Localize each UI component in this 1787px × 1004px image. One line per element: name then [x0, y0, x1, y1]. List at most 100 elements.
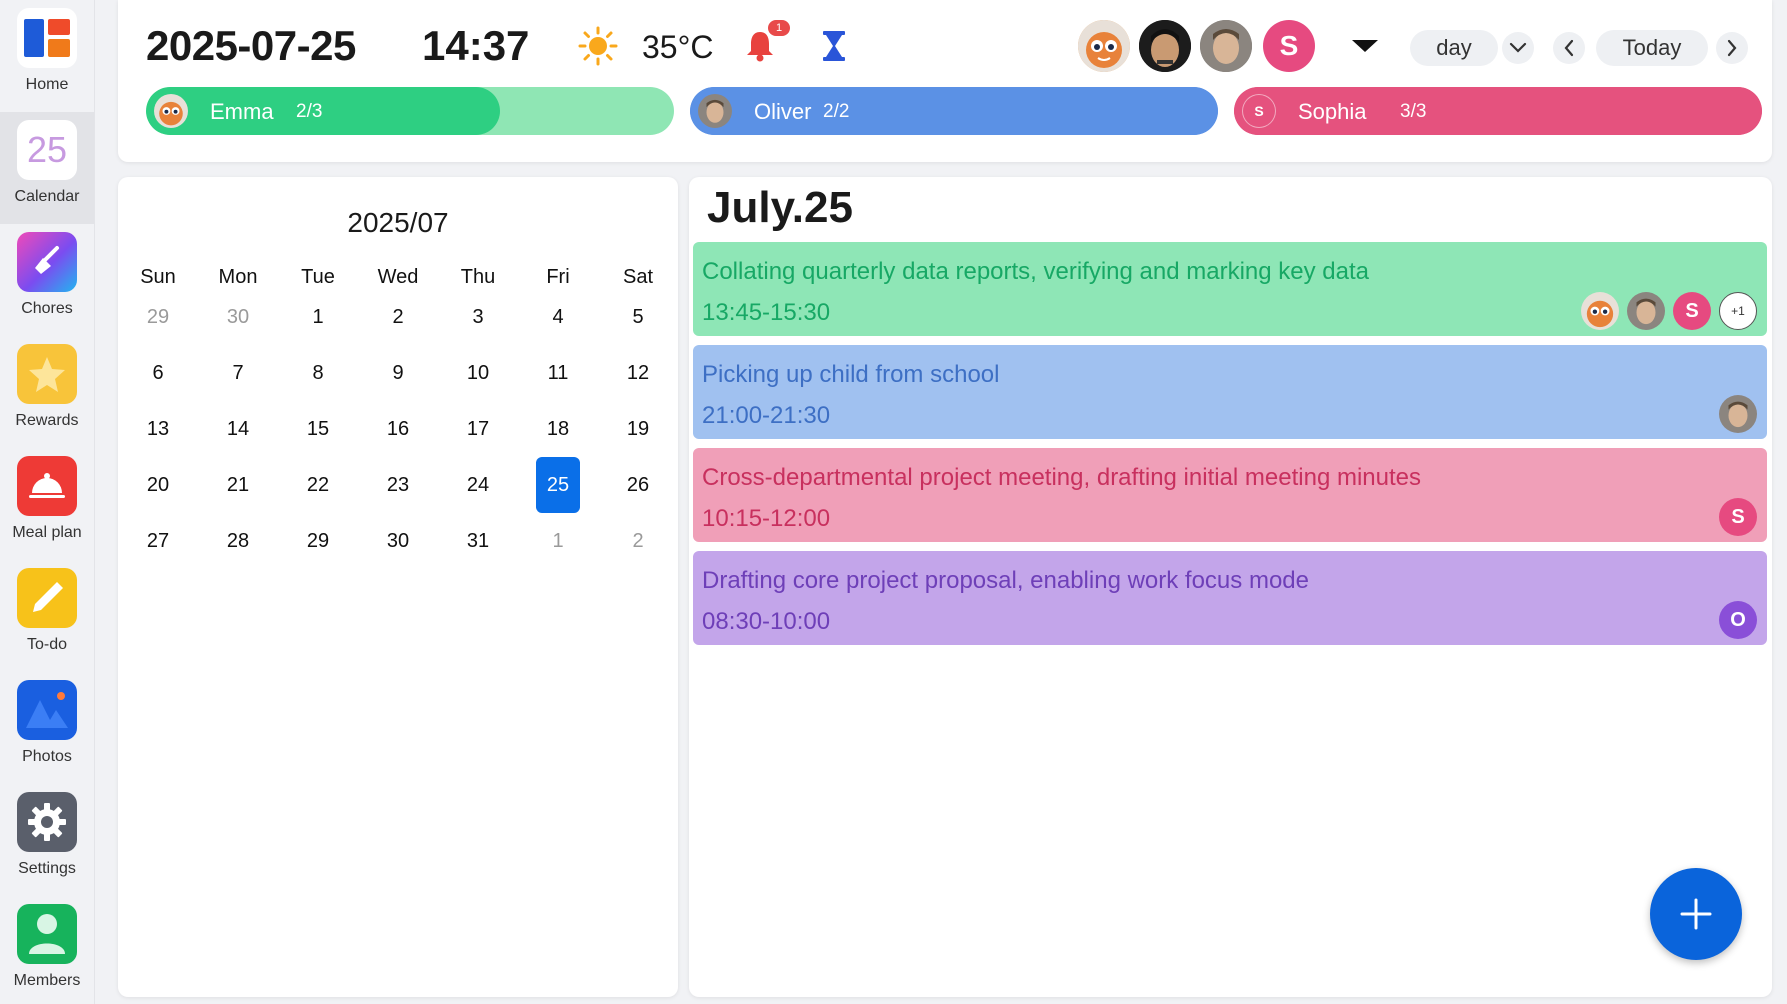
- calendar-day[interactable]: 31: [440, 513, 516, 569]
- calendar-day[interactable]: 12: [600, 345, 676, 401]
- calendar-day[interactable]: 22: [280, 457, 356, 513]
- more-members-badge: +1: [1719, 292, 1757, 330]
- calendar-day[interactable]: 27: [120, 513, 196, 569]
- calendar-day[interactable]: 29: [120, 289, 196, 345]
- current-time: 14:37: [422, 22, 530, 69]
- hourglass-icon[interactable]: [822, 30, 846, 67]
- calendar-day[interactable]: 9: [360, 345, 436, 401]
- avatar-oliver-letter: O: [1719, 601, 1757, 639]
- calendar-day[interactable]: 23: [360, 457, 436, 513]
- prev-day-button[interactable]: [1553, 32, 1585, 64]
- mountain-photo-icon: [17, 680, 77, 740]
- sidebar-item-calendar[interactable]: 25 Calendar: [0, 112, 94, 224]
- view-mode-select[interactable]: day: [1410, 30, 1498, 66]
- sidebar-item-meal-plan[interactable]: Meal plan: [0, 448, 94, 560]
- sidebar-item-label: Home: [25, 76, 69, 93]
- calendar-day[interactable]: 26: [600, 457, 676, 513]
- member-name: Sophia: [1298, 99, 1367, 124]
- day-events-panel: July.25 Collating quarterly data reports…: [689, 177, 1772, 997]
- sidebar-item-label: Rewards: [15, 412, 79, 429]
- avatar-emma[interactable]: [1078, 20, 1130, 72]
- calendar-day[interactable]: 4: [520, 289, 596, 345]
- member-task-count: 3/3: [1400, 101, 1427, 122]
- calendar-day[interactable]: 29: [280, 513, 356, 569]
- calendar-day[interactable]: 30: [200, 289, 276, 345]
- calendar-day[interactable]: 7: [200, 345, 276, 401]
- avatar-sophia: S: [1719, 498, 1757, 536]
- sidebar-item-label: Members: [13, 972, 81, 989]
- event-time: 10:15-12:00: [702, 505, 831, 532]
- member-task-count: 2/3: [296, 101, 323, 122]
- plus-icon: [1680, 898, 1712, 930]
- member-progress-sophia[interactable]: S Sophia 3/3: [1234, 87, 1762, 135]
- event-title: Drafting core project proposal, enabling…: [702, 567, 1309, 594]
- next-day-button[interactable]: [1716, 32, 1748, 64]
- sidebar-item-chores[interactable]: Chores: [0, 224, 94, 336]
- calendar-day[interactable]: 1: [520, 513, 596, 569]
- calendar-day[interactable]: 8: [280, 345, 356, 401]
- avatar: [154, 94, 188, 128]
- calendar-day[interactable]: 6: [120, 345, 196, 401]
- avatar-sophia: S: [1673, 292, 1711, 330]
- calendar-day[interactable]: 2: [600, 513, 676, 569]
- calendar-day[interactable]: 21: [200, 457, 276, 513]
- calendar-day[interactable]: 1: [280, 289, 356, 345]
- sidebar-item-rewards[interactable]: Rewards: [0, 336, 94, 448]
- today-button[interactable]: Today: [1596, 30, 1708, 66]
- calendar-day[interactable]: 17: [440, 401, 516, 457]
- calendar-day[interactable]: 16: [360, 401, 436, 457]
- avatar-member-2[interactable]: [1139, 20, 1191, 72]
- caret-down-icon[interactable]: [1352, 40, 1378, 59]
- event-title: Collating quarterly data reports, verify…: [702, 258, 1370, 285]
- sidebar-item-todo[interactable]: To-do: [0, 560, 94, 672]
- member-name: Oliver: [754, 99, 812, 124]
- gear-icon: [17, 792, 77, 852]
- sidebar-item-label: Meal plan: [12, 524, 82, 541]
- calendar-day[interactable]: 5: [600, 289, 676, 345]
- calendar-day[interactable]: 13: [120, 401, 196, 457]
- member-progress-oliver[interactable]: Oliver 2/2: [690, 87, 1218, 135]
- broom-icon: [17, 232, 77, 292]
- calendar-week-row: 29 30 1 2 3 4 5: [118, 297, 678, 337]
- calendar-day[interactable]: 18: [520, 401, 596, 457]
- avatar-oliver[interactable]: [1200, 20, 1252, 72]
- event-card[interactable]: Drafting core project proposal, enabling…: [693, 551, 1767, 645]
- calendar-day[interactable]: 14: [200, 401, 276, 457]
- calendar-week-row: 6 7 8 9 10 11 12: [118, 353, 678, 393]
- header-bar: 2025-07-25 14:37 35°C 1 S day Today Emma: [118, 0, 1772, 162]
- member-name: Emma: [210, 99, 274, 124]
- calendar-day[interactable]: 11: [520, 345, 596, 401]
- home-grid-icon: [17, 8, 77, 68]
- add-event-button[interactable]: [1650, 868, 1742, 960]
- food-cloche-icon: [17, 456, 77, 516]
- event-title: Picking up child from school: [702, 361, 1000, 388]
- calendar-day[interactable]: 28: [200, 513, 276, 569]
- sidebar-item-members[interactable]: Members: [0, 896, 94, 1004]
- calendar-day[interactable]: 24: [440, 457, 516, 513]
- pencil-icon: [17, 568, 77, 628]
- sidebar-item-settings[interactable]: Settings: [0, 784, 94, 896]
- calendar-day[interactable]: 3: [440, 289, 516, 345]
- calendar-day-selected[interactable]: 25: [520, 457, 596, 513]
- event-card[interactable]: Cross-departmental project meeting, draf…: [693, 448, 1767, 542]
- calendar-icon: 25: [17, 120, 77, 180]
- sidebar-item-label: Calendar: [14, 188, 80, 205]
- calendar-day[interactable]: 30: [360, 513, 436, 569]
- avatar-emma: [1581, 292, 1619, 330]
- temperature: 35°C: [642, 29, 714, 65]
- event-card[interactable]: Collating quarterly data reports, verify…: [693, 242, 1767, 336]
- calendar-day[interactable]: 19: [600, 401, 676, 457]
- calendar-day[interactable]: 2: [360, 289, 436, 345]
- calendar-day[interactable]: 20: [120, 457, 196, 513]
- member-progress-emma[interactable]: Emma 2/3: [146, 87, 674, 135]
- calendar-day[interactable]: 10: [440, 345, 516, 401]
- event-card[interactable]: Picking up child from school 21:00-21:30: [693, 345, 1767, 439]
- chevron-right-icon: [1727, 39, 1737, 57]
- sidebar-item-home[interactable]: Home: [0, 0, 94, 112]
- notification-bell-icon[interactable]: [746, 30, 774, 67]
- chevron-down-icon[interactable]: [1502, 32, 1534, 64]
- sidebar-item-photos[interactable]: Photos: [0, 672, 94, 784]
- calendar-day[interactable]: 15: [280, 401, 356, 457]
- avatar-sophia[interactable]: S: [1263, 20, 1315, 72]
- chevron-left-icon: [1564, 39, 1574, 57]
